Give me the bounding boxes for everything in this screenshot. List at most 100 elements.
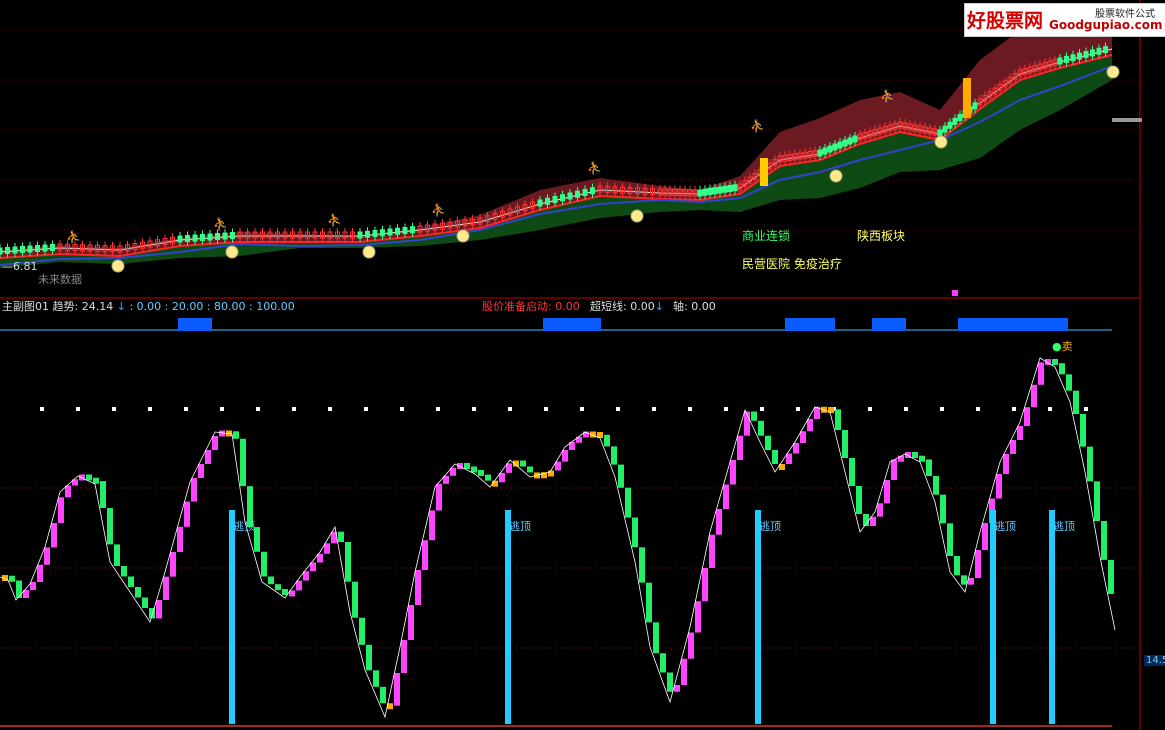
candle-body: [0, 247, 3, 255]
oscillator-bar: [177, 526, 183, 552]
level-dot: [868, 407, 872, 411]
candle-body: [207, 233, 213, 241]
oscillator-bar: [730, 460, 736, 485]
level-dot: [184, 407, 188, 411]
oscillator-bar: [107, 508, 113, 545]
candle-body: [5, 247, 10, 254]
candle-body: [722, 185, 728, 193]
candle-body: [947, 121, 953, 129]
price-marker: [1112, 118, 1142, 122]
watermark-brand: 好股票网: [967, 10, 1044, 32]
oscillator-bar: [660, 653, 666, 673]
sell-dot-icon: ●: [1052, 340, 1062, 353]
watermark-logo: 好股票网 股票软件公式 Goodgupiao.com: [964, 3, 1165, 37]
level-dot: [724, 407, 728, 411]
smiley-icon: [630, 209, 644, 223]
oscillator-bar: [765, 435, 771, 450]
level-dot: [148, 407, 152, 411]
candle-body: [942, 125, 948, 133]
candle-body: [410, 226, 415, 234]
oscillator-bar: [1094, 481, 1100, 521]
candle-body: [957, 114, 963, 121]
oscillator-bar: [1066, 374, 1072, 391]
oscillator-bar: [380, 686, 386, 704]
oscillator-bar: [240, 438, 246, 487]
highlight-candle: [963, 78, 971, 118]
candle-body: [560, 194, 565, 202]
oscillator-bar: [37, 564, 43, 582]
candle-body: [732, 184, 738, 192]
watermark-url: Goodgupiao.com: [1049, 18, 1163, 32]
oscillator-bar: [233, 431, 239, 439]
signal-block: [543, 318, 601, 331]
oscillator-bar: [16, 580, 22, 598]
oscillator-bar: [1101, 521, 1107, 560]
oscillator-bar: [268, 576, 274, 585]
candle-body: [545, 197, 550, 205]
candle-body: [395, 227, 400, 235]
oscillator-bar: [1052, 359, 1058, 365]
oscillator-bar: [632, 517, 638, 548]
candle-body: [590, 187, 595, 195]
oscillator-bar: [191, 478, 197, 502]
oscillator-bar: [926, 459, 932, 476]
level-dot: [652, 407, 656, 411]
candle-body: [12, 246, 18, 254]
stock-chart[interactable]: ⛹⛹⛹⛹⛹⛹⛹⛹: [0, 0, 1165, 730]
level-dot: [976, 407, 980, 411]
oscillator-bar: [401, 640, 407, 673]
candle-body: [712, 187, 718, 195]
candle-body: [365, 230, 370, 238]
oscillator-bar: [1073, 390, 1079, 414]
oscillator-bar: [156, 600, 162, 619]
smiley-icon: [225, 245, 239, 259]
oscillator-bar: [548, 470, 554, 477]
candle-body: [817, 149, 823, 157]
oscillator-bar: [93, 477, 99, 484]
oscillator-bar: [51, 523, 57, 548]
sector-tag-hospital: 民营医院 免疫治疗: [742, 257, 842, 271]
candle-body: [832, 143, 838, 151]
signal-block: [872, 318, 906, 331]
level-dot: [112, 407, 116, 411]
runner-icon: ⛹: [750, 118, 765, 133]
oscillator-bar: [86, 474, 92, 481]
oscillator-bar: [618, 464, 624, 488]
candle-body: [402, 227, 408, 234]
oscillator-bar: [205, 450, 211, 464]
runner-icon: ⛹: [213, 216, 228, 231]
right-axis-value: 14.5: [1144, 655, 1165, 666]
axis-indicator: 轴: 0.00: [673, 300, 716, 313]
start-indicator: 股价准备启动: 0.00: [482, 300, 580, 313]
oscillator-bar: [758, 420, 764, 436]
oscillator-bar: [751, 411, 757, 421]
candle-body: [552, 196, 558, 203]
oscillator-bar: [394, 673, 400, 706]
candle-body: [177, 235, 183, 243]
candle-body: [35, 245, 40, 252]
oscillator-bar: [653, 622, 659, 654]
oscillator-bar: [884, 480, 890, 504]
oscillator-bar: [30, 582, 36, 590]
oscillator-bar: [1087, 446, 1093, 482]
candle-body: [1077, 52, 1082, 60]
candle-body: [1070, 54, 1076, 62]
oscillator-bar: [667, 672, 673, 692]
oscillator-bar: [464, 463, 470, 469]
escape-top-bar: [755, 510, 761, 724]
candle-body: [380, 229, 385, 237]
oscillator-bar: [625, 487, 631, 518]
candle-body: [1064, 55, 1069, 63]
oscillator-bar: [163, 576, 169, 600]
oscillator-bar: [170, 552, 176, 577]
oscillator-bar: [128, 576, 134, 587]
runner-icon: ⛹: [431, 202, 446, 217]
level-dot: [508, 407, 512, 411]
level-dot: [1084, 407, 1088, 411]
future-data-label: 未来数据: [38, 273, 82, 286]
level-dot: [904, 407, 908, 411]
trend-label: 趋势:: [52, 300, 79, 313]
oscillator-bar: [891, 459, 897, 480]
oscillator-bar: [352, 581, 358, 618]
candle-body: [582, 189, 588, 196]
